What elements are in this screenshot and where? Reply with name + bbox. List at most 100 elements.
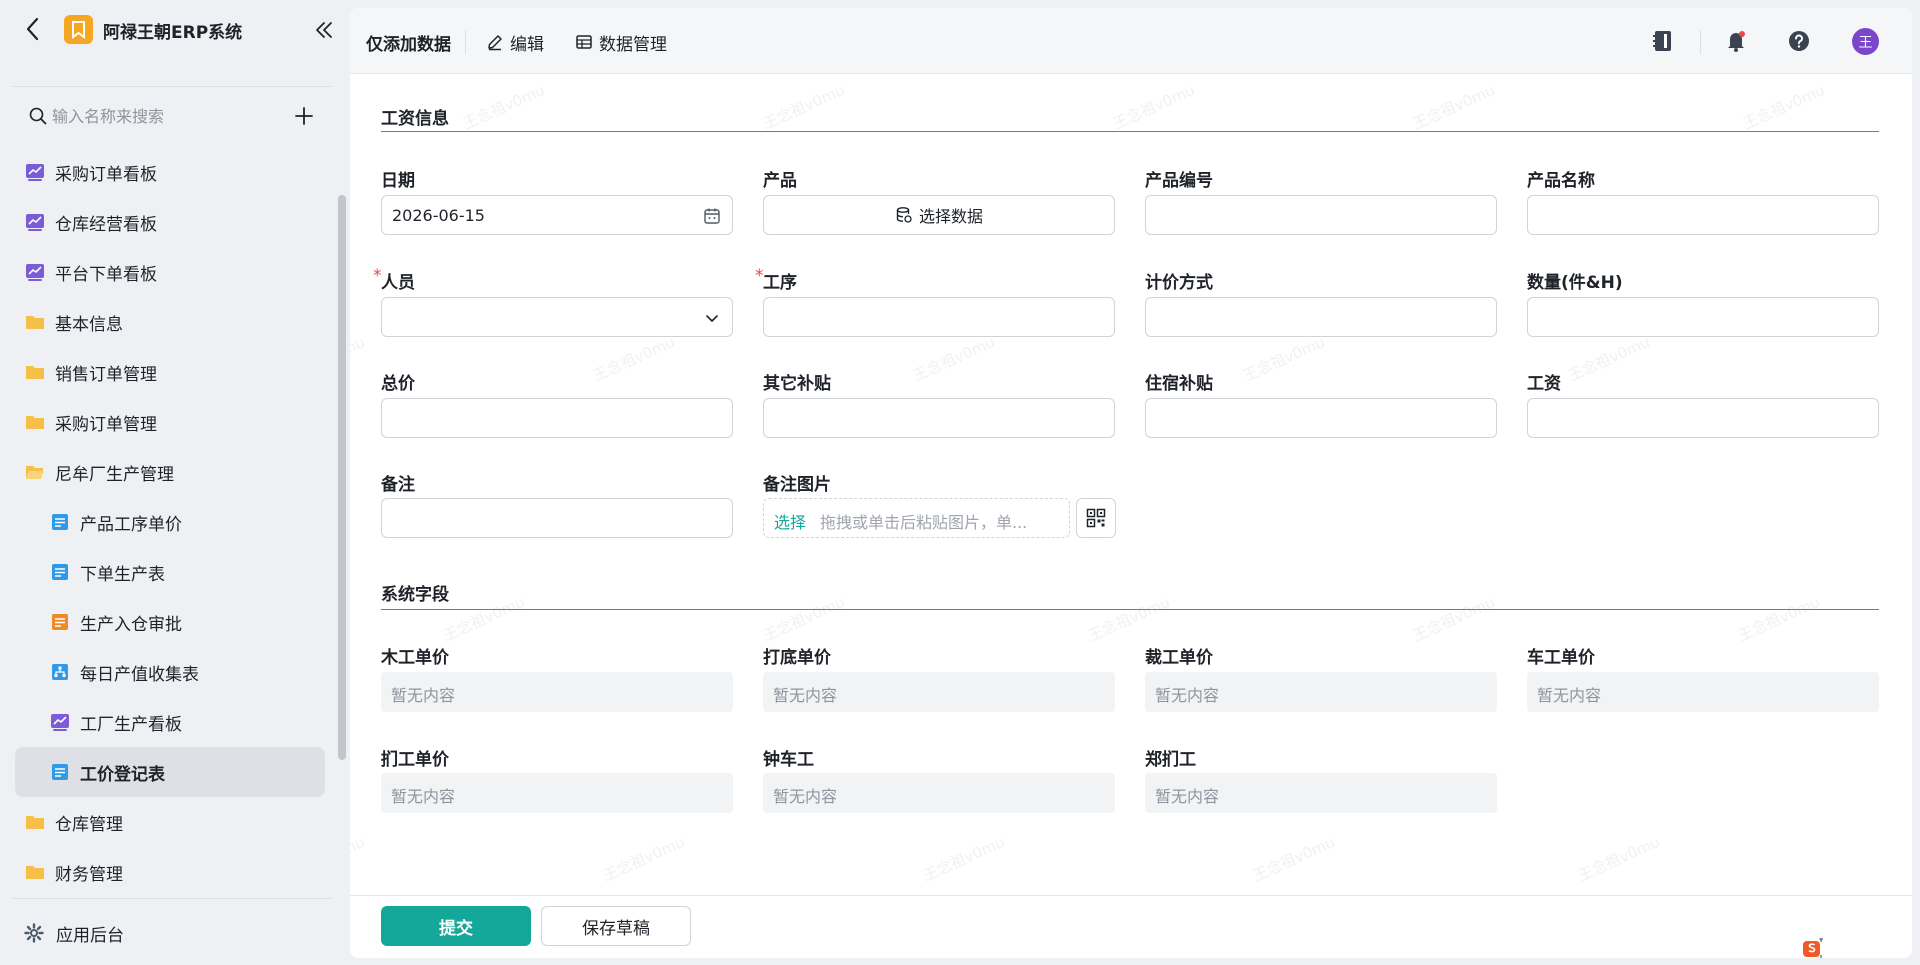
date-value: 2026-06-15 <box>392 206 485 225</box>
dashboard-chart-icon <box>26 164 44 181</box>
watermark: 王念祖v0mu <box>1565 332 1653 385</box>
label-product: 产品 <box>763 171 797 191</box>
watermark: 王念祖v0mu <box>1410 80 1498 133</box>
product-code-field[interactable] <box>1145 195 1497 235</box>
sidebar-scrollbar[interactable] <box>338 195 346 760</box>
watermark: 王念祖v0mu <box>1240 332 1328 385</box>
sidebar-item-daily-output[interactable]: 每日产值收集表 <box>15 647 325 697</box>
sidebar-item-wage-register[interactable]: 工价登记表 <box>15 747 325 797</box>
folder-icon <box>26 866 44 879</box>
sidebar-item-warehouse[interactable]: 仓库管理 <box>15 797 325 847</box>
label-wage: 工资 <box>1527 374 1561 394</box>
sidebar-item-warehouse-board[interactable]: 仓库经营看板 <box>15 197 325 247</box>
sidebar-item-purchase-orders[interactable]: 采购订单管理 <box>15 397 325 447</box>
watermark: 王念祖v0mu <box>1575 832 1663 885</box>
wage-field[interactable] <box>1527 398 1879 438</box>
app-logo <box>64 15 93 44</box>
watermark: 王念祖v0mu <box>1410 592 1498 645</box>
sidebar-item-factory-production[interactable]: 尼牟厂生产管理 <box>15 447 325 497</box>
upload-pick-link[interactable]: 选择 <box>774 509 806 533</box>
upload-hint: 拖拽或单击后粘贴图片，单... <box>820 513 1028 532</box>
pricing-field[interactable] <box>1145 297 1497 337</box>
calendar-icon <box>704 208 720 224</box>
other-subsidy-field[interactable] <box>763 398 1115 438</box>
sidebar-item-label: 每日产值收集表 <box>80 664 199 685</box>
tab-edit[interactable]: 编辑 <box>486 29 544 55</box>
readonly-value: 暂无内容 <box>391 686 456 705</box>
sidebar-item-label: 销售订单管理 <box>55 364 157 385</box>
bell-icon[interactable] <box>1723 28 1749 54</box>
sidebar-item-sales-orders[interactable]: 销售订单管理 <box>15 347 325 397</box>
label-primer-price: 打底单价 <box>763 648 831 668</box>
sidebar-item-purchase-board[interactable]: 采购订单看板 <box>15 147 325 197</box>
label-sewing-price: 车工单价 <box>1527 648 1595 668</box>
watermark: 王念祖v0mu <box>600 832 688 885</box>
form-icon <box>52 564 68 580</box>
form-icon <box>52 514 68 530</box>
help-icon[interactable] <box>1786 28 1812 54</box>
tab-data-management-label: 数据管理 <box>599 34 667 55</box>
zhong-sewer-readonly: 暂无内容 <box>763 773 1115 813</box>
sidebar-nav: 采购订单看板 仓库经营看板 平台下单看板 基本信息 销售订单管理 采购订单管理 … <box>15 147 325 897</box>
housing-subsidy-field[interactable] <box>1145 398 1497 438</box>
input-method-icon[interactable] <box>1802 938 1824 958</box>
watermark: 王念祖v0mu <box>350 332 368 385</box>
date-picker[interactable]: 2026-06-15 <box>381 195 733 235</box>
sidebar-item-warehouse-approval[interactable]: 生产入仓审批 <box>15 597 325 647</box>
readonly-value: 暂无内容 <box>773 787 838 806</box>
cutting-price-readonly: 暂无内容 <box>1145 672 1497 712</box>
back-arrow-icon[interactable] <box>22 16 44 42</box>
sidebar-item-platform-board[interactable]: 平台下单看板 <box>15 247 325 297</box>
required-marker: * <box>373 266 382 286</box>
sidebar-search-input[interactable] <box>52 102 272 130</box>
tab-data-management[interactable]: 数据管理 <box>575 29 667 55</box>
label-process-text: 工序 <box>763 273 797 293</box>
app-admin-link[interactable]: 应用后台 <box>24 920 124 946</box>
app-admin-label: 应用后台 <box>56 925 124 946</box>
sidebar-item-process-price[interactable]: 产品工序单价 <box>15 497 325 547</box>
divider <box>1700 30 1701 54</box>
sidebar-item-finance[interactable]: 财务管理 <box>15 847 325 897</box>
process-field[interactable] <box>763 297 1115 337</box>
qr-code-button[interactable] <box>1076 498 1116 538</box>
bookmark-icon <box>72 21 85 39</box>
divider <box>465 30 466 54</box>
submit-button[interactable]: 提交 <box>381 906 531 946</box>
required-marker: * <box>755 266 764 286</box>
product-name-field[interactable] <box>1527 195 1879 235</box>
sidebar: 阿禄王朝ERP系统 采购订单看板 仓库经营看板 平台下单看板 基本信息 销售订单… <box>0 0 348 965</box>
person-select[interactable] <box>381 297 733 337</box>
sidebar-item-production-order[interactable]: 下单生产表 <box>15 547 325 597</box>
readonly-value: 暂无内容 <box>1155 787 1220 806</box>
quantity-field[interactable] <box>1527 297 1879 337</box>
divider <box>12 898 332 899</box>
sidebar-item-basic-info[interactable]: 基本信息 <box>15 297 325 347</box>
sidebar-item-factory-board[interactable]: 工厂生产看板 <box>15 697 325 747</box>
folder-icon <box>26 816 44 829</box>
add-icon[interactable] <box>292 104 316 128</box>
watermark: 王念祖v0mu <box>760 592 848 645</box>
total-field[interactable] <box>381 398 733 438</box>
org-chart-icon <box>52 664 68 680</box>
sidebar-item-label: 尼牟厂生产管理 <box>55 464 174 485</box>
page-title: 仅添加数据 <box>366 35 451 55</box>
remark-field[interactable] <box>381 498 733 538</box>
image-upload-area[interactable]: 选择 拖拽或单击后粘贴图片，单... <box>763 498 1070 538</box>
sidebar-item-label: 工厂生产看板 <box>80 714 182 735</box>
save-draft-button[interactable]: 保存草稿 <box>541 906 691 946</box>
collapse-sidebar-icon[interactable] <box>312 18 336 42</box>
label-housing-subsidy: 住宿补贴 <box>1145 374 1213 394</box>
dashboard-chart-icon <box>26 214 44 231</box>
section-divider <box>381 131 1879 132</box>
search-icon <box>29 107 47 125</box>
primer-price-readonly: 暂无内容 <box>763 672 1115 712</box>
select-data-button[interactable]: 选择数据 <box>763 195 1115 235</box>
wood-price-readonly: 暂无内容 <box>381 672 733 712</box>
avatar[interactable]: 王 <box>1852 28 1879 55</box>
label-person-text: 人员 <box>381 273 415 293</box>
sidebar-item-label: 基本信息 <box>55 314 123 335</box>
main-panel: 王念祖v0mu 王念祖v0mu 王念祖v0mu 王念祖v0mu 王念祖v0mu … <box>350 8 1912 958</box>
label-quantity: 数量(件&H) <box>1527 273 1623 293</box>
label-pricing: 计价方式 <box>1145 273 1213 293</box>
notebook-icon[interactable] <box>1650 28 1676 54</box>
